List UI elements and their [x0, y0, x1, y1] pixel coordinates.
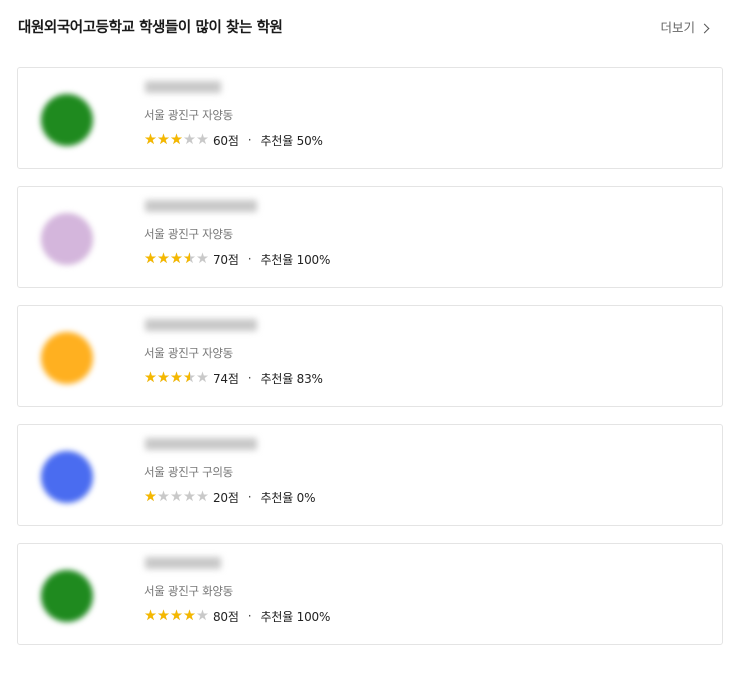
academy-thumbnail	[20, 189, 114, 287]
academy-meta: ★★★★★★★★★★ 60점 · 추천율 50%	[144, 132, 323, 148]
academy-logo	[41, 213, 93, 265]
star-rating: ★★★★★★★★★★	[144, 132, 209, 148]
academy-thumbnail	[20, 427, 114, 525]
academy-meta: ★★★★★★★★★★ 80점 · 추천율 100%	[144, 608, 330, 624]
academy-score: 80점	[213, 609, 239, 624]
academy-thumbnail	[20, 70, 114, 168]
recommend-rate: 추천율 83%	[260, 371, 323, 386]
academy-address: 서울 광진구 화양동	[144, 584, 233, 598]
academy-logo	[41, 451, 93, 503]
star-rating: ★★★★★★★★★★	[144, 251, 209, 267]
academy-name-blurred	[145, 438, 257, 454]
star-rating: ★★★★★★★★★★	[144, 489, 209, 505]
academy-name-blurred	[145, 200, 257, 216]
recommend-rate: 추천율 50%	[260, 133, 323, 148]
academy-address: 서울 광진구 구의동	[144, 465, 233, 479]
separator-dot: ·	[247, 609, 252, 623]
academy-score: 70점	[213, 252, 239, 267]
academy-meta: ★★★★★★★★★★ 70점 · 추천율 100%	[144, 251, 330, 267]
academy-address: 서울 광진구 자양동	[144, 346, 233, 360]
academy-thumbnail	[20, 546, 114, 644]
academy-name-blurred	[145, 81, 221, 97]
academy-card[interactable]: 서울 광진구 자양동 ★★★★★★★★★★ 70점 · 추천율 100%	[17, 186, 723, 288]
academy-list: 서울 광진구 자양동 ★★★★★★★★★★ 60점 · 추천율 50% 서울 광…	[17, 67, 723, 662]
academy-logo	[41, 332, 93, 384]
academy-card[interactable]: 서울 광진구 화양동 ★★★★★★★★★★ 80점 · 추천율 100%	[17, 543, 723, 645]
academy-logo	[41, 570, 93, 622]
academy-logo	[41, 94, 93, 146]
academy-address: 서울 광진구 자양동	[144, 108, 233, 122]
recommend-rate: 추천율 0%	[260, 490, 316, 505]
academy-meta: ★★★★★★★★★★ 74점 · 추천율 83%	[144, 370, 323, 386]
more-label: 더보기	[660, 20, 695, 35]
academy-name-blurred	[145, 319, 257, 335]
recommend-rate: 추천율 100%	[260, 609, 331, 624]
academy-card[interactable]: 서울 광진구 자양동 ★★★★★★★★★★ 74점 · 추천율 83%	[17, 305, 723, 407]
star-rating: ★★★★★★★★★★	[144, 608, 209, 624]
academy-address: 서울 광진구 자양동	[144, 227, 233, 241]
academy-card[interactable]: 서울 광진구 구의동 ★★★★★★★★★★ 20점 · 추천율 0%	[17, 424, 723, 526]
recommend-rate: 추천율 100%	[260, 252, 331, 267]
academy-score: 60점	[213, 133, 239, 148]
section-title: 대원외국어고등학교 학생들이 많이 찾는 학원	[18, 20, 283, 36]
academy-meta: ★★★★★★★★★★ 20점 · 추천율 0%	[144, 489, 316, 505]
academy-thumbnail	[20, 308, 114, 406]
academy-score: 74점	[213, 371, 239, 386]
star-rating: ★★★★★★★★★★	[144, 370, 209, 386]
separator-dot: ·	[247, 133, 252, 147]
separator-dot: ·	[247, 490, 252, 504]
chevron-right-icon	[699, 23, 710, 34]
more-link[interactable]: 더보기	[660, 16, 710, 40]
academy-score: 20점	[213, 490, 239, 505]
section-header: 대원외국어고등학교 학생들이 많이 찾는 학원 더보기	[18, 16, 722, 40]
academy-card[interactable]: 서울 광진구 자양동 ★★★★★★★★★★ 60점 · 추천율 50%	[17, 67, 723, 169]
academy-name-blurred	[145, 557, 221, 573]
separator-dot: ·	[247, 252, 252, 266]
separator-dot: ·	[247, 371, 252, 385]
